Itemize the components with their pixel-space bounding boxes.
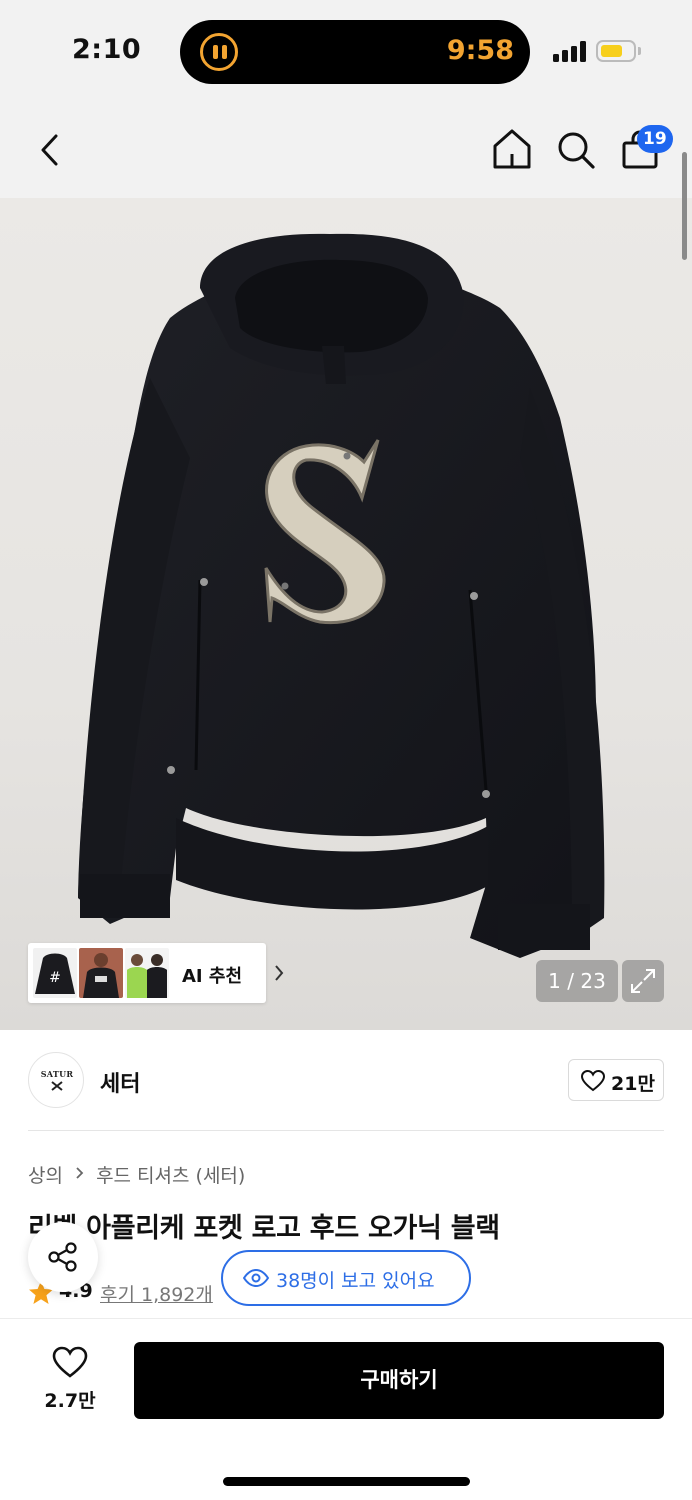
brand-logo[interactable]: SATUR xyxy=(28,1052,84,1108)
heart-icon xyxy=(581,1070,605,1092)
ai-recommend-label: AI 추천 xyxy=(182,966,243,987)
breadcrumb: 상의 후드 티셔츠 (세터) xyxy=(28,1161,245,1187)
svg-text:#: # xyxy=(49,970,61,986)
review-count-link[interactable]: 후기 1,892개 xyxy=(100,1280,213,1307)
status-bar: 2:10 9:58 xyxy=(0,0,692,100)
pause-icon[interactable] xyxy=(200,33,238,71)
product-title: 리벨 아플리케 포켓 로고 후드 오가닉 블랙 xyxy=(28,1213,500,1244)
dynamic-island[interactable]: 9:58 xyxy=(180,20,530,84)
cart-badge: 19 xyxy=(637,125,673,153)
brand-like-button[interactable]: 21만 xyxy=(568,1059,664,1101)
image-page-counter: 1 / 23 xyxy=(536,960,618,1002)
status-time: 2:10 xyxy=(72,34,142,65)
wishlist-count: 2.7만 xyxy=(44,1390,96,1412)
chevron-left-icon[interactable] xyxy=(36,132,64,168)
ai-thumb-2[interactable] xyxy=(79,948,123,998)
wishlist-heart-icon[interactable] xyxy=(52,1346,88,1378)
breadcrumb-category[interactable]: 상의 xyxy=(28,1161,63,1188)
live-viewers-pill: 38명이 보고 있어요 xyxy=(221,1250,471,1306)
brand-logo-mark xyxy=(51,1081,63,1091)
brand-logo-text: SATUR xyxy=(40,1069,74,1079)
home-indicator[interactable] xyxy=(223,1477,470,1486)
expand-button[interactable] xyxy=(622,960,664,1002)
ai-recommend-chip[interactable]: # AI 추천 xyxy=(28,943,284,1003)
brand-name[interactable]: 세터 xyxy=(100,1066,140,1098)
breadcrumb-subcategory[interactable]: 후드 티셔츠 (세터) xyxy=(96,1161,245,1188)
hoodie-image xyxy=(78,233,605,958)
battery-level xyxy=(601,45,622,57)
ai-thumb-3[interactable] xyxy=(125,948,169,998)
scrollbar[interactable] xyxy=(682,152,687,260)
brand-row[interactable]: SATUR 세터 21만 xyxy=(28,1052,664,1110)
divider xyxy=(28,1130,664,1131)
expand-icon[interactable] xyxy=(622,960,664,1002)
ai-thumb-1[interactable]: # xyxy=(33,948,77,998)
activity-timer: 9:58 xyxy=(446,35,514,66)
share-button[interactable] xyxy=(28,1222,98,1292)
chevron-right-icon xyxy=(275,965,284,981)
home-icon[interactable] xyxy=(492,128,532,170)
live-viewers-text: 38명이 보고 있어요 xyxy=(276,1270,435,1292)
eye-icon xyxy=(243,1269,269,1287)
share-icon[interactable] xyxy=(47,1241,79,1273)
product-image[interactable] xyxy=(0,198,692,1030)
brand-like-count: 21만 xyxy=(611,1073,655,1095)
chevron-right-icon xyxy=(76,1167,84,1179)
search-icon[interactable] xyxy=(556,130,596,170)
signal-icon xyxy=(553,40,587,62)
battery-cap xyxy=(638,47,641,55)
buy-button[interactable]: 구매하기 xyxy=(134,1342,664,1419)
battery-icon xyxy=(596,40,636,62)
